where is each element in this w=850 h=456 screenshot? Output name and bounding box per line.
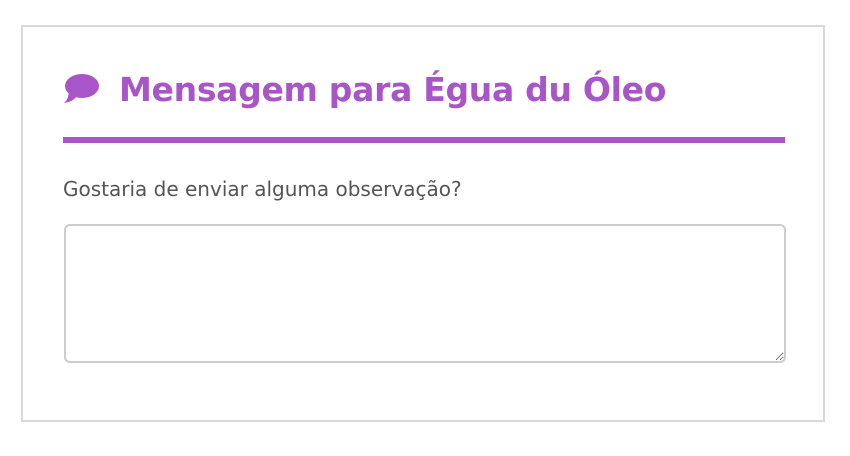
- message-field-container: [64, 224, 786, 363]
- message-textarea[interactable]: [64, 224, 786, 363]
- message-question-label: Gostaria de enviar alguma observação?: [63, 177, 462, 201]
- speech-bubble-icon: [63, 72, 101, 106]
- header-divider: [63, 137, 785, 143]
- card-header: Mensagem para Égua du Óleo: [63, 65, 666, 113]
- page-title: Mensagem para Égua du Óleo: [119, 69, 667, 109]
- message-card: Mensagem para Égua du Óleo Gostaria de e…: [21, 25, 825, 422]
